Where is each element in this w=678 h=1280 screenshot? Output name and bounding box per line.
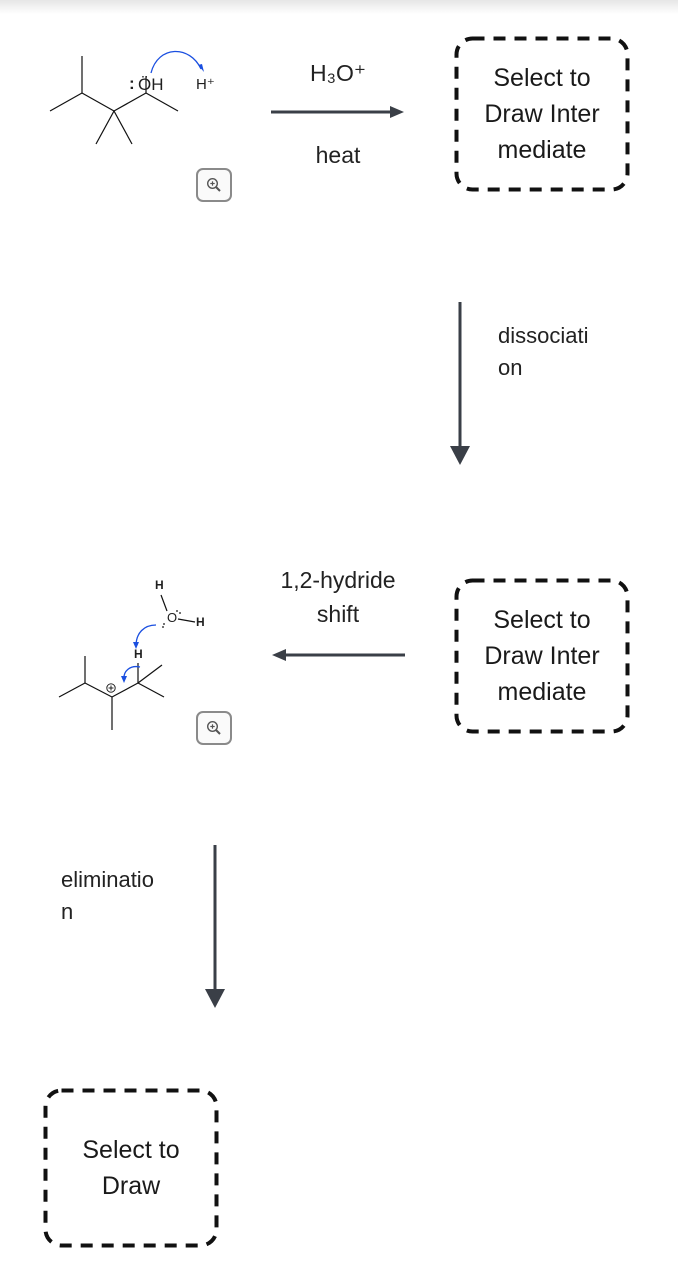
drop-box-label-2: Select to Draw Inter mediate <box>472 602 612 710</box>
label-line: eliminatio <box>61 867 154 892</box>
water-h2-label: H <box>196 615 205 629</box>
hydroxyl-label: ÖH <box>138 75 164 94</box>
label-line: dissociati <box>498 323 589 348</box>
dissociation-label: dissociati on <box>498 320 608 384</box>
elimination-label: eliminatio n <box>61 864 171 928</box>
migrating-h-label: H <box>134 647 143 661</box>
draw-intermediate-box-2[interactable]: Select to Draw Inter mediate <box>454 578 630 734</box>
top-edge-shadow <box>0 0 678 14</box>
drop-box-line: Draw <box>101 1172 161 1200</box>
zoom-reactant-button[interactable] <box>196 168 232 202</box>
draw-product-box[interactable]: Select to Draw <box>43 1088 219 1248</box>
reagent-top-label: H₃O⁺ <box>309 60 366 86</box>
proton-label: H⁺ <box>196 76 215 93</box>
drop-box-line: mediate <box>497 136 587 164</box>
curved-arrow-head <box>198 64 204 72</box>
zoom-in-icon <box>206 720 221 735</box>
drop-box-label-1: Select to Draw Inter mediate <box>472 60 612 168</box>
label-line: n <box>61 899 74 924</box>
water-o-label: O <box>167 610 178 625</box>
label-line: on <box>498 355 523 380</box>
curved-arrow-water-to-h <box>135 624 157 647</box>
drop-box-line: Draw Inter <box>484 642 600 670</box>
reagent-bottom-label: heat <box>315 142 361 168</box>
zoom-in-icon <box>206 177 221 192</box>
drop-box-label-3: Select to Draw <box>61 1132 201 1204</box>
reactant-molecule: : ÖH H⁺ <box>40 40 240 180</box>
draw-intermediate-box-1[interactable]: Select to Draw Inter mediate <box>454 36 630 192</box>
zoom-carbocation-button[interactable] <box>196 711 232 745</box>
drop-box-line: Select to <box>493 64 591 92</box>
reaction-arrow-left <box>270 647 406 663</box>
drop-box-line: Draw Inter <box>484 100 600 128</box>
drop-box-line: Select to <box>82 1136 180 1164</box>
drop-box-line: mediate <box>497 678 587 706</box>
reaction-arrow-down-2 <box>204 845 226 1009</box>
drop-box-line: Select to <box>493 606 591 634</box>
lone-pair-left: : <box>129 74 135 93</box>
hydride-shift-label: 1,2-hydride shift <box>258 563 418 631</box>
label-line: 1,2-hydride <box>280 567 396 593</box>
curved-arrow-oh-to-proton <box>150 50 202 74</box>
reaction-arrow-right <box>270 104 406 120</box>
curved-arrow-head <box>121 676 127 683</box>
water-h1-label: H <box>155 578 164 592</box>
label-line: shift <box>316 601 360 627</box>
reaction-arrow-down-1 <box>449 302 471 466</box>
reactant-skeleton <box>49 56 179 145</box>
